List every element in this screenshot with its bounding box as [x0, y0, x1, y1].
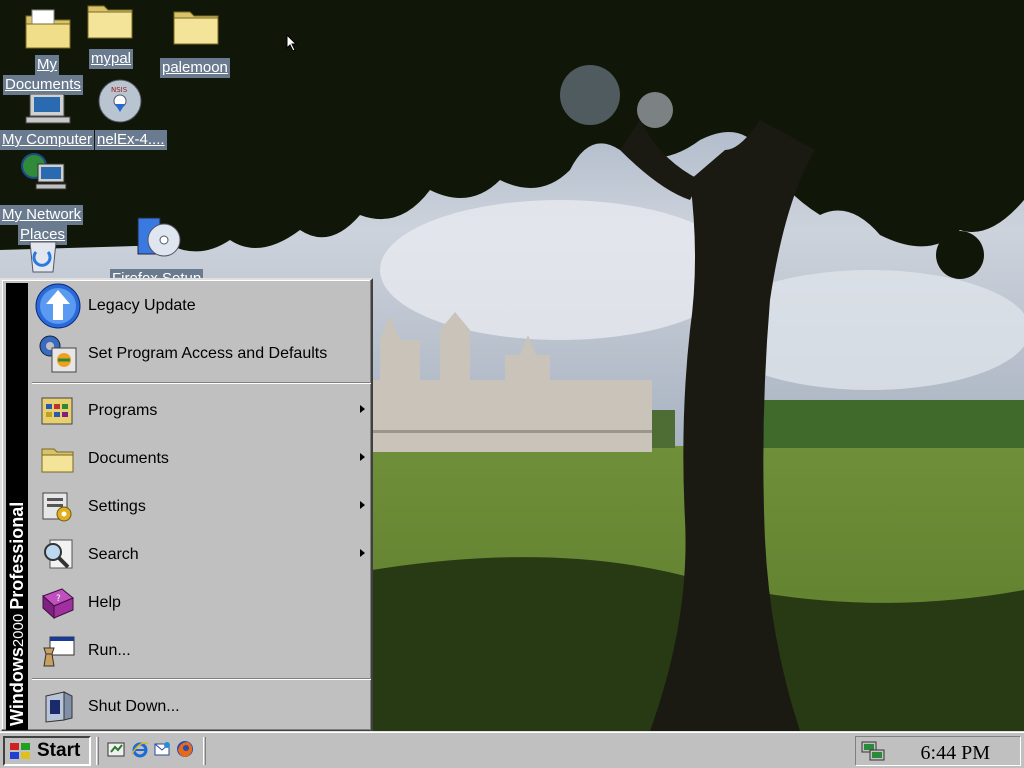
legacy-update-icon [35, 283, 81, 329]
desktop-icon-palemoon[interactable]: palemoon [156, 0, 240, 80]
desktop-icon-kernelex[interactable]: NSIS nelEx-4.... [95, 76, 175, 150]
menu-item-label: Documents [88, 450, 169, 467]
desktop-icon-label: mypal [89, 49, 134, 69]
show-desktop-icon [107, 742, 125, 757]
taskbar-grip[interactable] [96, 737, 99, 765]
desktop-icon-my-documents[interactable]: My Documents [0, 0, 96, 96]
menu-separator [32, 382, 371, 384]
quick-launch-internet-explorer[interactable] [129, 738, 151, 760]
svg-text:Windows2000Professional: Windows2000 Professional [7, 502, 27, 726]
desktop-icon-label: Firefox Setup [110, 269, 204, 278]
desktop-icon-label: nelEx-4.... [95, 130, 167, 150]
folder-icon [25, 9, 71, 49]
folder-icon [87, 5, 133, 39]
network-connection-icon [861, 741, 885, 761]
help-icon: ? [42, 588, 74, 620]
tray-network-icon-button[interactable] [860, 739, 886, 768]
start-menu: Windows2000 Professional Legacy Update Se… [0, 278, 373, 732]
menu-item-label: Run... [88, 642, 131, 659]
menu-separator [32, 678, 371, 680]
desktop-icon-label: palemoon [160, 58, 230, 78]
desktop-icon-my-network-places[interactable]: My Network Places [0, 152, 96, 246]
start-button-label: Start [37, 740, 81, 761]
banner-brand: Windows [7, 647, 27, 726]
settings-icon [42, 492, 72, 522]
programs-icon [41, 397, 73, 425]
menu-item-label: Set Program Access and Defaults [88, 345, 328, 362]
menu-item-documents[interactable]: Documents [30, 436, 371, 482]
taskbar: Start 6:44 PM [0, 731, 1024, 768]
desktop-icon-mypal[interactable]: mypal [84, 0, 136, 70]
network-icon [21, 153, 67, 190]
desktop-icon-my-computer[interactable]: My Computer [0, 94, 96, 150]
menu-item-set-program-access[interactable]: Set Program Access and Defaults [30, 331, 371, 377]
desktop-icon-recycle[interactable] [24, 238, 64, 276]
menu-item-label: Search [88, 546, 139, 563]
submenu-arrow-icon [360, 501, 365, 509]
taskbar-grip[interactable] [203, 737, 206, 765]
installer-icon: NSIS [98, 79, 142, 123]
internet-explorer-icon [131, 742, 149, 758]
banner-version: 2000 [10, 614, 27, 647]
menu-item-help[interactable]: ? Help [30, 580, 371, 626]
search-icon [44, 539, 73, 569]
menu-item-label: Legacy Update [88, 297, 196, 314]
setup-disc-icon [137, 217, 181, 257]
menu-item-run[interactable]: Run... [30, 628, 371, 674]
submenu-arrow-icon [360, 405, 365, 413]
program-defaults-icon [39, 335, 77, 373]
desktop-icon-label: My [35, 55, 59, 75]
svg-text:NSIS: NSIS [111, 86, 128, 94]
menu-item-legacy-update[interactable]: Legacy Update [30, 283, 371, 329]
computer-icon [25, 94, 71, 124]
desktop-icon-label: My Network [0, 205, 84, 225]
firefox-icon [177, 741, 193, 757]
taskbar-clock[interactable]: 6:44 PM [921, 742, 990, 765]
quick-launch-show-desktop[interactable] [105, 738, 127, 760]
desktop-icon-label: My Computer [0, 130, 95, 150]
menu-item-label: Settings [88, 498, 146, 515]
start-button[interactable]: Start [3, 736, 91, 766]
menu-item-settings[interactable]: Settings [30, 484, 371, 530]
desktop-icon-label: Documents [3, 75, 83, 95]
windows-logo-icon [10, 743, 30, 759]
quick-launch-outlook-express[interactable] [151, 738, 173, 760]
windows-2000-professional-banner: Windows2000 Professional [7, 502, 27, 726]
start-menu-banner: Windows2000 Professional [6, 283, 28, 730]
menu-item-search[interactable]: Search [30, 532, 371, 578]
menu-item-label: Shut Down... [88, 698, 180, 715]
menu-item-label: Programs [88, 402, 158, 419]
quick-launch-firefox[interactable] [174, 738, 196, 760]
run-icon [43, 636, 75, 667]
mouse-cursor-icon [286, 34, 298, 52]
menu-item-programs[interactable]: Programs [30, 388, 371, 434]
menu-item-shut-down[interactable]: Shut Down... [30, 684, 371, 730]
submenu-arrow-icon [360, 549, 365, 557]
shutdown-icon [45, 691, 73, 723]
outlook-express-icon [154, 742, 170, 756]
menu-item-label: Help [88, 594, 121, 611]
banner-edition: Professional [7, 502, 27, 610]
system-tray: 6:44 PM [855, 736, 1021, 766]
documents-icon [41, 448, 74, 473]
submenu-arrow-icon [360, 453, 365, 461]
folder-icon [173, 11, 219, 45]
recycle-bin-icon [29, 241, 57, 273]
desktop-icon-firefox-setup[interactable]: Firefox Setup [108, 212, 212, 278]
svg-text:?: ? [56, 594, 61, 604]
